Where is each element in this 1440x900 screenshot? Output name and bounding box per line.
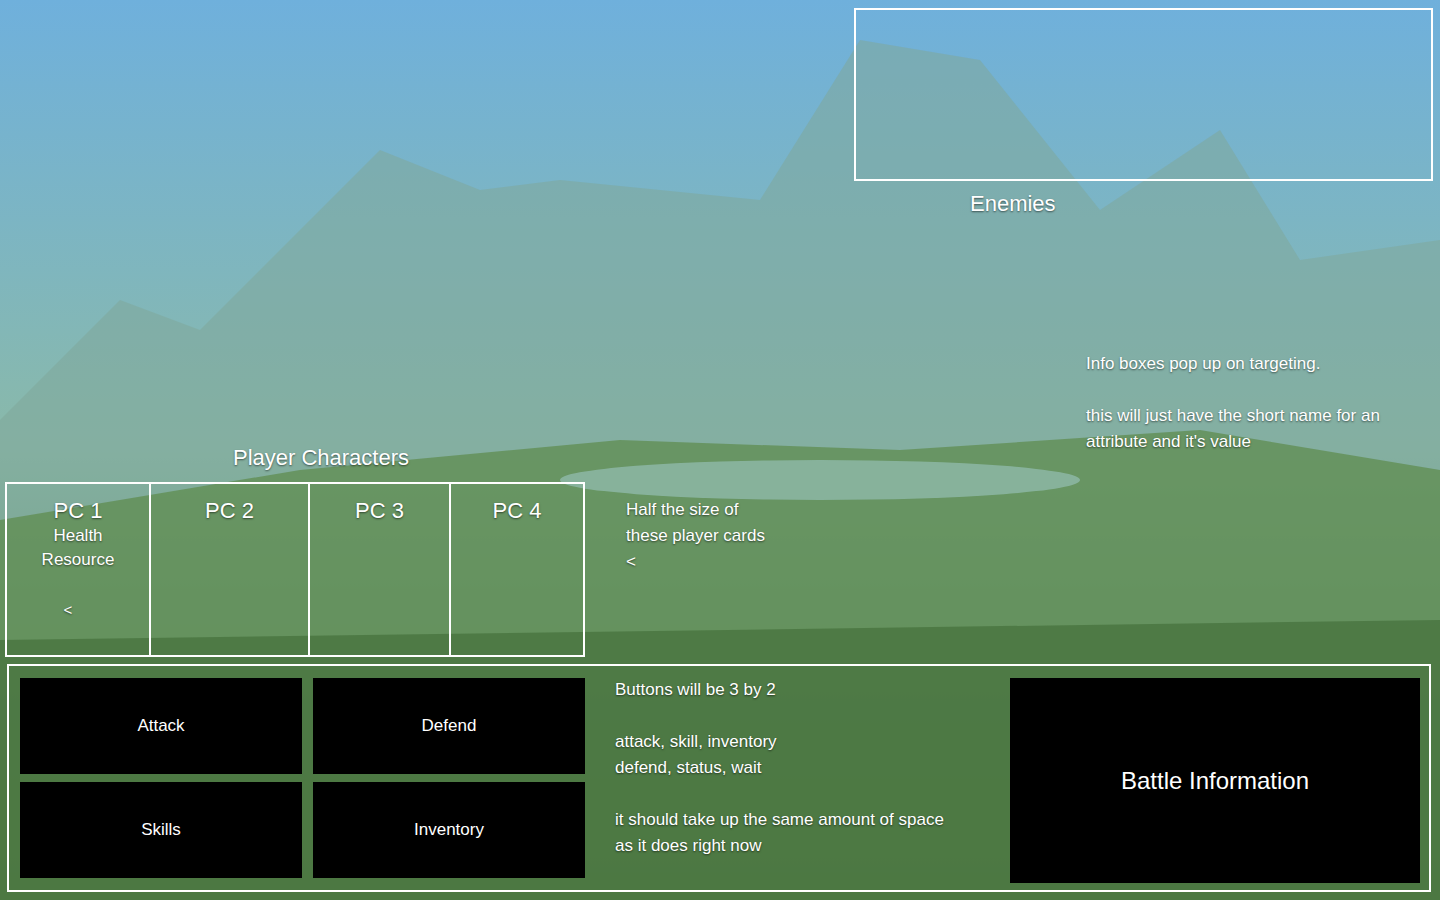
note-line: it should take up the same amount of spa… (615, 807, 947, 859)
note-line: this will just have the short name for a… (1086, 403, 1434, 455)
enemy-area[interactable] (854, 8, 1433, 181)
note-paragraph: this will just have the short name for a… (1086, 403, 1434, 455)
note-line: Info boxes pop up on targeting. (1086, 351, 1434, 377)
enemy-note: Info boxes pop up on targeting. this will… (1086, 351, 1434, 455)
battle-information-panel: Battle Information (1010, 678, 1420, 883)
note-paragraph: Buttons will be 3 by 2 (615, 677, 947, 703)
note-line: < (626, 549, 766, 575)
action-button[interactable]: Defend (313, 678, 585, 774)
note-line: Half the size of these player cards (626, 497, 766, 549)
actions-note: Buttons will be 3 by 2 attack, skill, inv… (615, 677, 947, 859)
party-note: Half the size of these player cards< (626, 497, 766, 575)
action-label: Inventory (414, 817, 484, 843)
enemies-label: Enemies (970, 191, 1056, 216)
player-name: PC 1 (54, 498, 103, 524)
note-paragraph: it should take up the same amount of spa… (615, 807, 947, 859)
note-line: defend, status, wait (615, 755, 947, 781)
battle-screen: Enemies Player Characters PC 1HealthReso… (0, 0, 1440, 900)
battle-information-title: Battle Information (1121, 763, 1309, 799)
action-button[interactable]: Inventory (313, 782, 585, 878)
note-paragraph: Info boxes pop up on targeting. (1086, 351, 1434, 377)
player-stat: Health (53, 524, 102, 548)
player-card[interactable]: PC 1HealthResource < (7, 484, 151, 655)
note-line: attack, skill, inventory (615, 729, 947, 755)
note-paragraph: attack, skill, inventorydefend, status, … (615, 729, 947, 781)
player-card[interactable]: PC 3 (310, 484, 451, 655)
action-label: Defend (422, 713, 477, 739)
note-line: Buttons will be 3 by 2 (615, 677, 947, 703)
player-card[interactable]: PC 2 (151, 484, 310, 655)
player-card[interactable]: PC 4 (451, 484, 583, 655)
player-stat: Resource (42, 548, 115, 572)
action-label: Skills (141, 817, 181, 843)
card-marker: < (64, 600, 73, 620)
action-button[interactable]: Skills (20, 782, 302, 878)
player-name: PC 3 (355, 498, 404, 524)
player-name: PC 2 (205, 498, 254, 524)
action-grid: Attack Defend Skills Inventory (20, 678, 585, 878)
action-label: Attack (137, 713, 184, 739)
party-label: Player Characters (233, 445, 409, 470)
player-name: PC 4 (493, 498, 542, 524)
player-card-row: PC 1HealthResource < PC 2 PC 3 PC 4 (5, 482, 585, 657)
action-button[interactable]: Attack (20, 678, 302, 774)
